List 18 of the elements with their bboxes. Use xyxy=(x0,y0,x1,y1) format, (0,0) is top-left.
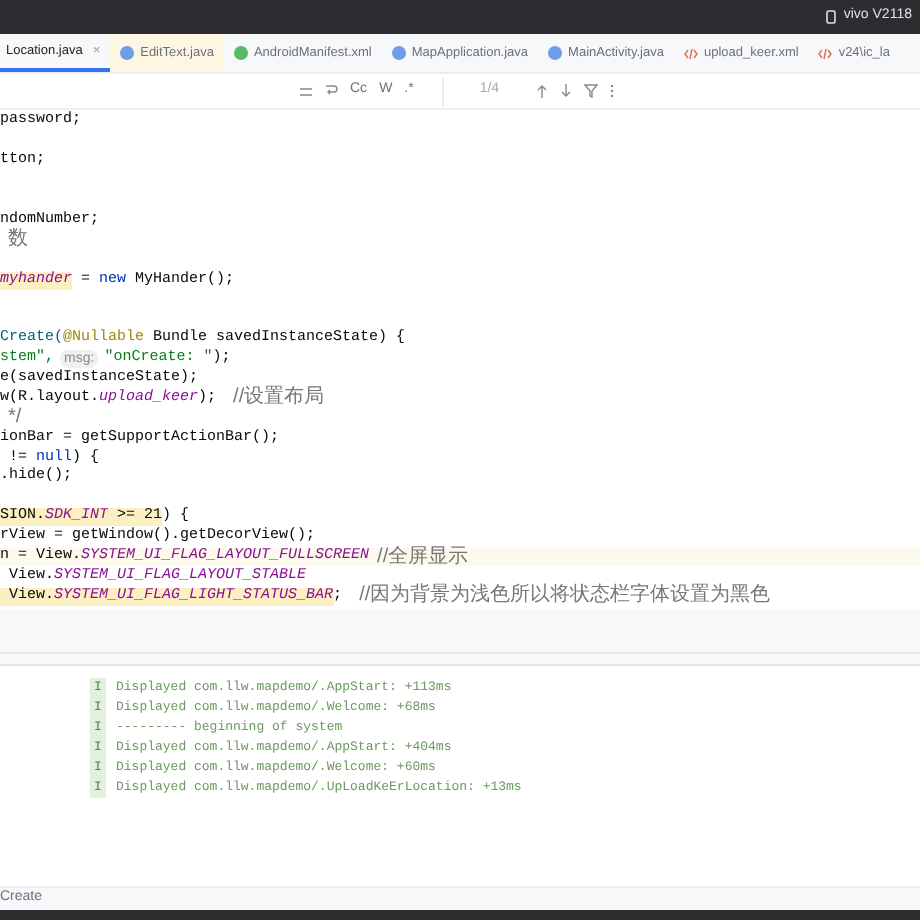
xml-icon xyxy=(683,47,698,59)
class-icon xyxy=(391,46,406,60)
phone-icon xyxy=(825,10,836,24)
code-comment: //因为背景为浅色所以将状态栏字体设置为黑色 xyxy=(359,586,771,607)
class-icon xyxy=(548,46,563,60)
wrap-icon[interactable] xyxy=(324,84,338,98)
xml-icon xyxy=(818,47,833,59)
more-icon[interactable] xyxy=(609,84,614,98)
down-arrow-icon[interactable] xyxy=(559,84,572,98)
code-comment: //全屏显示 xyxy=(377,547,469,568)
code-comment: 数 xyxy=(8,230,28,251)
code-comment: //设置布局 xyxy=(233,388,325,409)
filter-icon[interactable] xyxy=(583,84,598,98)
class-icon xyxy=(120,46,135,60)
list-icon[interactable] xyxy=(300,85,312,97)
up-arrow-icon[interactable] xyxy=(535,84,548,98)
code-comment: */ xyxy=(8,408,22,429)
manifest-icon xyxy=(233,46,248,60)
